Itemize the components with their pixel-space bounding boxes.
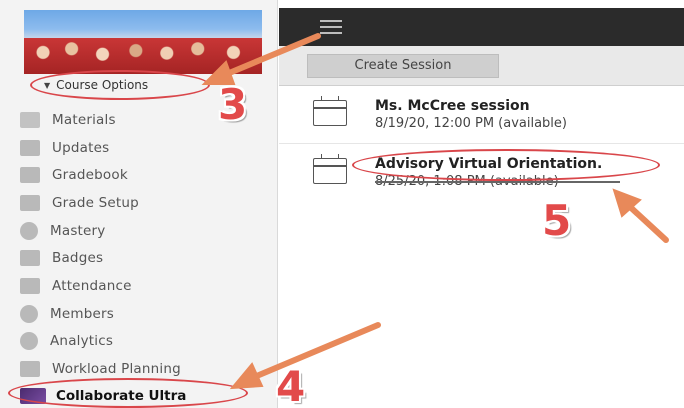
highlight-oval-course-options [30, 70, 210, 100]
step-number-4: 4 [276, 362, 306, 408]
updates-icon [20, 139, 40, 156]
members-icon [20, 304, 38, 323]
sidebar-item-label: Analytics [50, 333, 114, 350]
sidebar-item-label: Updates [52, 139, 110, 156]
step-number-5: 5 [542, 196, 572, 245]
course-banner-image [24, 10, 262, 74]
course-menu: Materials Updates Gradebook Grade Setup … [20, 106, 270, 383]
strike-line [375, 181, 620, 183]
crowd-photo [24, 38, 262, 74]
badges-icon [20, 250, 40, 267]
session-time: 8/19/20, 12:00 PM (available) [375, 116, 567, 131]
grade-setup-icon [20, 194, 40, 211]
divider [279, 143, 684, 144]
highlight-oval-session [352, 149, 660, 181]
highlight-oval-collaborate [8, 378, 248, 408]
sessions-toolbar: Create Session [279, 46, 684, 86]
step-number-3: 3 [218, 80, 248, 129]
sidebar-item-members[interactable]: Members [20, 300, 270, 328]
sidebar-item-label: Materials [52, 111, 116, 128]
arrow-5 [625, 202, 669, 243]
sidebar-item-label: Workload Planning [52, 361, 181, 378]
arrow-5-head [612, 188, 642, 218]
sidebar-item-badges[interactable]: Badges [20, 244, 270, 272]
mastery-icon [20, 221, 38, 240]
sidebar-item-analytics[interactable]: Analytics [20, 328, 270, 356]
workload-planning-icon [20, 361, 40, 378]
sidebar-item-attendance[interactable]: Attendance [20, 272, 270, 300]
sidebar-item-gradebook[interactable]: Gradebook [20, 161, 270, 189]
sidebar-item-label: Mastery [50, 222, 106, 239]
sidebar-item-label: Gradebook [52, 167, 128, 184]
create-session-button[interactable]: Create Session [307, 54, 499, 78]
session-name[interactable]: Ms. McCree session [375, 98, 530, 114]
hamburger-menu-icon[interactable] [320, 20, 342, 34]
sidebar-item-grade-setup[interactable]: Grade Setup [20, 189, 270, 217]
attendance-icon [20, 277, 40, 294]
sidebar-item-label: Members [50, 305, 114, 322]
course-sidebar: ▼ Course Options Materials Updates Grade… [0, 0, 278, 408]
calendar-icon [313, 96, 347, 126]
sidebar-item-label: Grade Setup [52, 194, 139, 211]
sidebar-item-mastery[interactable]: Mastery [20, 217, 270, 245]
sidebar-item-label: Attendance [52, 277, 132, 294]
calendar-icon [313, 154, 347, 184]
sidebar-item-label: Badges [52, 250, 104, 267]
analytics-icon [20, 332, 38, 351]
top-bar [279, 8, 684, 46]
sidebar-item-updates[interactable]: Updates [20, 134, 270, 162]
materials-icon [20, 111, 40, 128]
gradebook-icon [20, 167, 40, 184]
